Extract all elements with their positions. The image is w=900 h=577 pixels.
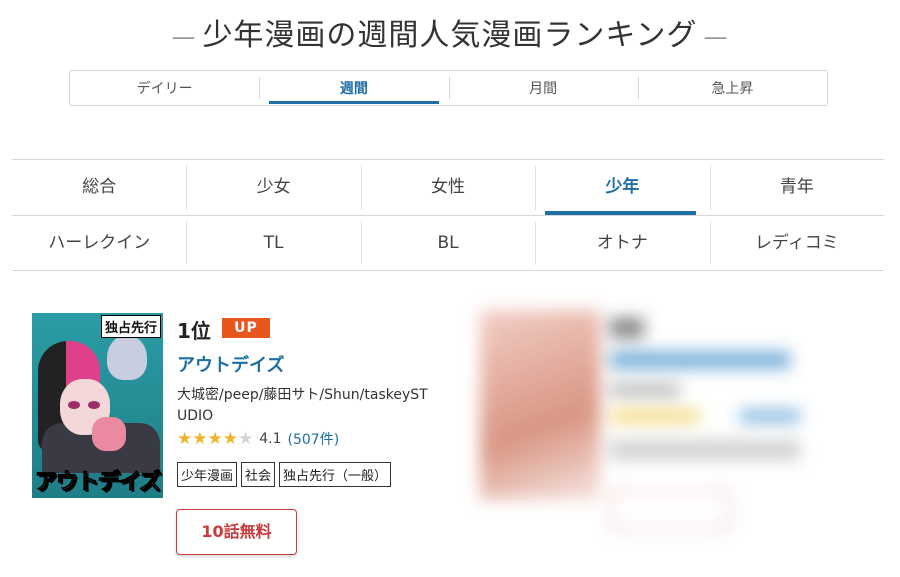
tab-monthly[interactable]: 月間 <box>448 71 638 105</box>
exclusive-label: 独占先行 <box>100 315 161 338</box>
tab-weekly[interactable]: 週間 <box>259 71 448 105</box>
title-dash-right: — <box>703 23 729 51</box>
genre-row: ハーレクイン TL BL オトナ レディコミ <box>12 215 884 270</box>
star-icon: ★ <box>192 428 208 449</box>
cover-eye-icon <box>68 401 80 409</box>
genre-tab-otona[interactable]: オトナ <box>535 216 709 270</box>
genre-tab-shonen[interactable]: 少年 <box>535 160 709 215</box>
period-tabs: デイリー 週間 月間 急上昇 <box>69 70 828 106</box>
title-dash-left: — <box>171 23 197 51</box>
blurred-ranking-item <box>470 300 830 540</box>
star-icon: ★ <box>177 428 193 449</box>
blurred-authors <box>610 384 680 396</box>
genre-tab-seinen[interactable]: 青年 <box>709 160 884 215</box>
star-icon: ★ <box>222 428 238 449</box>
blurred-count <box>740 410 800 422</box>
genre-tab-shojo[interactable]: 少女 <box>186 160 360 215</box>
star-icon: ★ <box>207 428 223 449</box>
title-text: 少年漫画の週間人気漫画ランキング <box>202 18 698 53</box>
ranking-item: 独占先行 アウトデイズ 1位 UP アウトデイズ 大城密/peep/藤田サト/S… <box>32 313 452 563</box>
genre-tab-general[interactable]: 総合 <box>12 160 186 215</box>
genre-row: 総合 少女 女性 少年 青年 <box>12 160 884 215</box>
genre-tab-tl[interactable]: TL <box>186 216 360 270</box>
genre-tab-josei[interactable]: 女性 <box>360 160 535 215</box>
tag-list: 少年漫画 社会 独占先行（一般） <box>177 462 392 487</box>
star-empty-icon: ★ <box>238 428 254 449</box>
cover-character-secondary <box>107 335 147 380</box>
genre-grid: 総合 少女 女性 少年 青年 ハーレクイン TL BL オトナ レディコミ <box>12 159 884 271</box>
tab-rising[interactable]: 急上昇 <box>637 71 827 105</box>
review-count-link[interactable]: (507件) <box>288 429 340 449</box>
page-title: — 少年漫画の週間人気漫画ランキング — <box>0 10 900 54</box>
genre-tab-bl[interactable]: BL <box>360 216 535 270</box>
tab-daily[interactable]: デイリー <box>70 71 259 105</box>
up-badge: UP <box>222 318 270 338</box>
blurred-rating <box>610 410 700 422</box>
tag-shonen-manga[interactable]: 少年漫画 <box>177 462 238 487</box>
cover-hand <box>92 417 126 451</box>
free-episodes-button[interactable]: 10話無料 <box>176 509 297 555</box>
blurred-tags <box>610 440 800 460</box>
tag-exclusive[interactable]: 独占先行（一般） <box>279 462 392 487</box>
blurred-rank <box>610 318 644 338</box>
blurred-title <box>610 352 790 368</box>
cover-title: アウトデイズ <box>34 470 161 496</box>
blurred-cover <box>480 310 600 500</box>
series-title-link[interactable]: アウトデイズ <box>177 351 284 377</box>
tag-society[interactable]: 社会 <box>241 462 276 487</box>
rating-score: 4.1 <box>259 431 282 447</box>
cover-eye-icon <box>88 401 100 409</box>
genre-tab-harlequin[interactable]: ハーレクイン <box>12 216 186 270</box>
genre-tab-ladycomi[interactable]: レディコミ <box>709 216 884 270</box>
blurred-button <box>610 490 730 530</box>
authors: 大城密/peep/藤田サト/Shun/taskeySTUDIO <box>177 387 428 424</box>
rating-row: ★ ★ ★ ★ ★ 4.1 (507件) <box>177 429 339 449</box>
cover-image[interactable]: 独占先行 アウトデイズ <box>32 313 163 498</box>
rank-number: 1位 <box>177 319 211 343</box>
